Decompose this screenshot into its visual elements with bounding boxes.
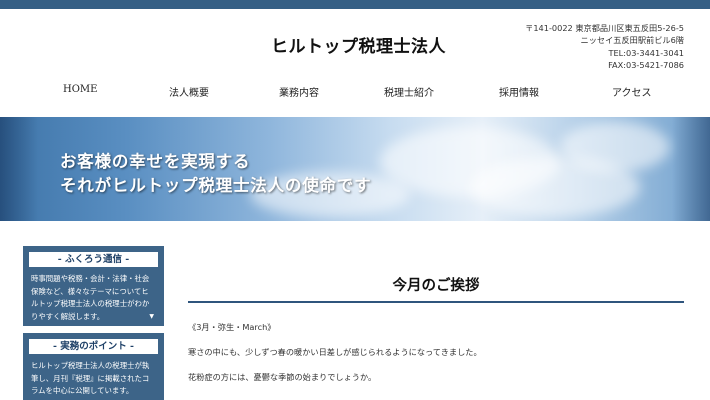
page-title: 今月のご挨拶 xyxy=(392,277,480,294)
top-accent-bar xyxy=(0,0,710,9)
greeting-paragraph: 寒さの中にも、少しずつ春の暖かい日差しが感じられるようになってきました。 xyxy=(188,347,482,357)
nav-home[interactable]: HOME xyxy=(63,84,97,95)
nav-access[interactable]: アクセス xyxy=(612,84,652,99)
sidebar-box-text: 時事問題や税務・会計・法律・社会保険など、様々なテーマについてヒルトップ税理士法… xyxy=(31,274,150,321)
sidebar-box-heading: - ふくろう通信 - xyxy=(29,252,158,267)
contact-info: 〒141-0022 東京都品川区東五反田5-26-5 ニッセイ五反田駅前ビル6階… xyxy=(525,22,684,72)
triangle-down-icon: ▼ xyxy=(149,313,154,320)
nav-services[interactable]: 業務内容 xyxy=(279,84,319,99)
sidebar-box-jitsumu[interactable]: - 実務のポイント - ヒルトップ税理士法人の税理士が執筆し、月刊『税理』に掲載… xyxy=(23,333,164,400)
title-divider xyxy=(188,301,684,303)
hero-cloud xyxy=(560,122,670,172)
sidebar-box-text: ヒルトップ税理士法人の税理士が執筆し、月刊『税理』に掲載されたコラムを中心に公開… xyxy=(31,361,150,396)
hero-edge-left xyxy=(0,117,38,221)
nav-tax-accountants[interactable]: 税理士紹介 xyxy=(384,84,434,99)
site-title[interactable]: ヒルトップ税理士法人 xyxy=(271,32,446,57)
hero-tagline-2: それがヒルトップ税理士法人の使命です xyxy=(60,176,372,195)
hero-tagline-1: お客様の幸せを実現する xyxy=(60,152,251,171)
greeting-paragraph: 花粉症の方には、憂鬱な季節の始まりでしょうか。 xyxy=(188,372,377,382)
global-nav: HOME 法人概要 業務内容 税理士紹介 採用情報 アクセス xyxy=(20,84,690,100)
sidebar-box-heading: - 実務のポイント - xyxy=(29,339,158,354)
contact-fax: FAX:03-5421-7086 xyxy=(608,60,684,71)
nav-recruit[interactable]: 採用情報 xyxy=(499,84,539,99)
greeting-paragraph: 《3月・弥生・March》 xyxy=(188,322,276,332)
hero-banner: お客様の幸せを実現する それがヒルトップ税理士法人の使命です xyxy=(0,117,710,221)
contact-building: ニッセイ五反田駅前ビル6階 xyxy=(580,35,684,46)
nav-company[interactable]: 法人概要 xyxy=(169,84,209,99)
contact-tel: TEL:03-3441-3041 xyxy=(608,47,685,58)
contact-address: 〒141-0022 東京都品川区東五反田5-26-5 xyxy=(525,23,684,33)
sidebar-box-fukurou[interactable]: - ふくろう通信 - 時事問題や税務・会計・法律・社会保険など、様々なテーマにつ… xyxy=(23,246,164,326)
hero-edge-right xyxy=(672,117,710,221)
